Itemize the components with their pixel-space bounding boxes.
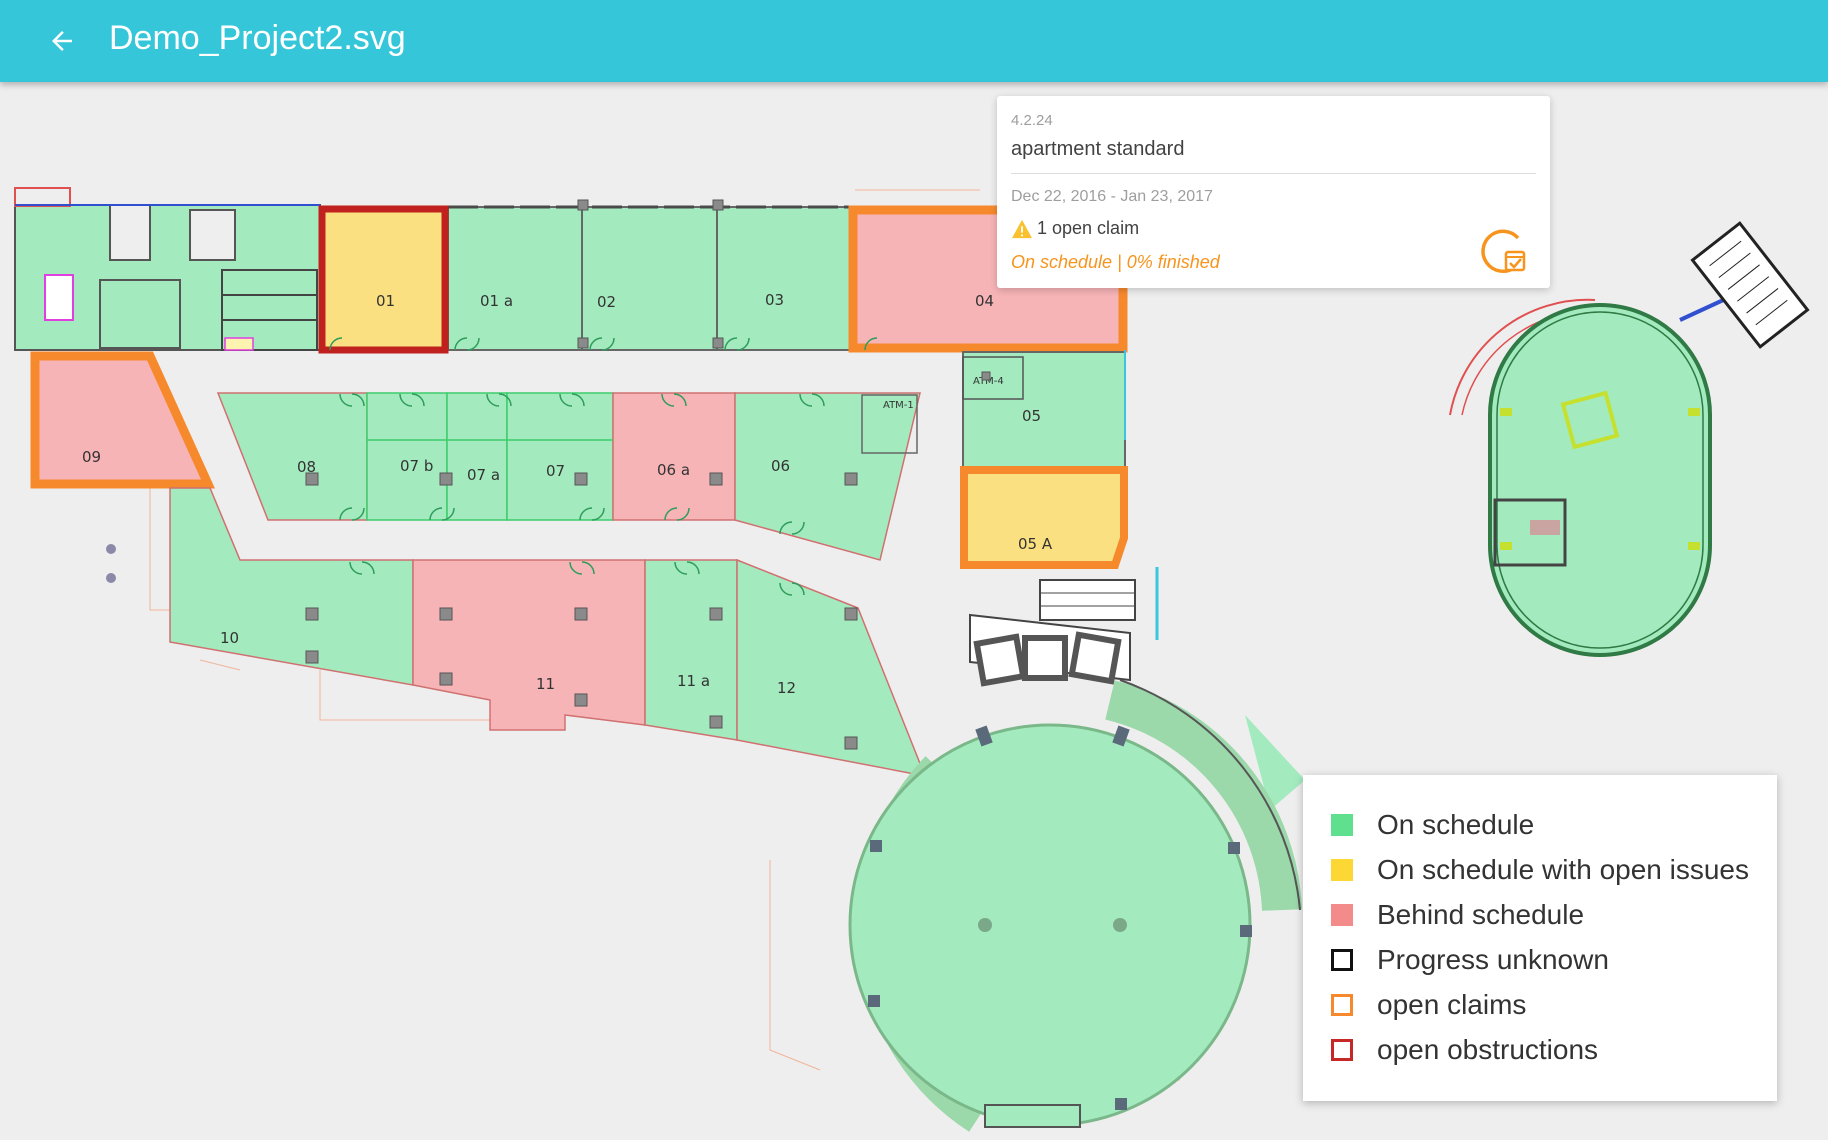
warning-icon bbox=[1012, 219, 1032, 238]
room-09-group: 09 bbox=[30, 351, 215, 489]
room-code: 4.2.24 bbox=[1011, 112, 1053, 129]
legend-item-open-claims: open claims bbox=[1331, 989, 1526, 1021]
open-claims-label: 1 open claim bbox=[1037, 218, 1140, 238]
top-left-block bbox=[14, 187, 321, 351]
room-11-label: 11 bbox=[536, 675, 555, 693]
oval-room[interactable] bbox=[1488, 303, 1712, 657]
room-07[interactable] bbox=[506, 392, 614, 521]
room-11[interactable] bbox=[412, 559, 646, 731]
room-06[interactable] bbox=[734, 392, 921, 561]
room-name: apartment standard bbox=[1011, 138, 1185, 160]
progress-status: On schedule | 0% finished bbox=[1011, 252, 1220, 272]
room-11a[interactable] bbox=[644, 559, 738, 741]
room-06a[interactable] bbox=[612, 392, 736, 521]
arrow-left-icon bbox=[52, 31, 72, 51]
room-10-label: 10 bbox=[220, 629, 239, 647]
room-01a-label: 01 a bbox=[480, 292, 513, 310]
schedule-dates: Dec 22, 2016 - Jan 23, 2017 bbox=[1011, 188, 1213, 205]
room-11a-label: 11 a bbox=[677, 672, 710, 690]
legend-swatch bbox=[1331, 814, 1353, 836]
app-bar: Demo_Project2.svg bbox=[0, 0, 1828, 82]
legend-item-open-obstructions: open obstructions bbox=[1331, 1034, 1598, 1066]
legend-item-open-issues: On schedule with open issues bbox=[1331, 854, 1749, 886]
room-info-popup: 4.2.24 apartment standard Dec 22, 2016 -… bbox=[997, 96, 1550, 288]
room-01[interactable] bbox=[318, 205, 449, 354]
legend-item-progress-unknown: Progress unknown bbox=[1331, 944, 1609, 976]
legend-item-on-schedule: On schedule bbox=[1331, 809, 1534, 841]
room-07-label: 07 bbox=[546, 462, 565, 480]
circular-hall-room[interactable] bbox=[848, 723, 1252, 1127]
legend-swatch bbox=[1331, 1039, 1353, 1061]
atm-1-label: ATM-1 bbox=[883, 400, 914, 411]
legend-swatch bbox=[1331, 994, 1353, 1016]
circular-hall bbox=[848, 679, 1305, 1132]
room-06a-label: 06 a bbox=[657, 461, 690, 479]
marker-dot bbox=[106, 573, 116, 583]
room-03-label: 03 bbox=[765, 291, 784, 309]
room-01-label: 01 bbox=[376, 292, 395, 310]
room-03[interactable] bbox=[716, 206, 851, 351]
legend-swatch bbox=[1331, 859, 1353, 881]
room-07b-label: 07 b bbox=[400, 457, 433, 475]
status-legend: On schedule On schedule with open issues… bbox=[1303, 775, 1777, 1101]
room-05A-label: 05 A bbox=[1018, 535, 1053, 553]
room-05-label: 05 bbox=[1022, 407, 1041, 425]
room-01a[interactable] bbox=[447, 206, 583, 351]
room-08[interactable] bbox=[216, 392, 368, 521]
room-02[interactable] bbox=[581, 206, 718, 351]
room-12[interactable] bbox=[736, 558, 927, 777]
legend-item-behind-schedule: Behind schedule bbox=[1331, 899, 1584, 931]
room-07a[interactable] bbox=[446, 392, 508, 521]
room-05[interactable] bbox=[962, 351, 1126, 473]
popup-divider bbox=[1011, 173, 1536, 174]
middle-room-row: ATM-1 08 07 b 07 a 07 06 a 06 bbox=[216, 392, 921, 561]
marker-dot bbox=[106, 544, 116, 554]
schedule-calendar-icon[interactable] bbox=[1476, 226, 1528, 278]
legend-swatch bbox=[1331, 904, 1353, 926]
legend-swatch bbox=[1331, 949, 1353, 971]
entrance-area bbox=[969, 579, 1136, 687]
room-12-label: 12 bbox=[777, 679, 796, 697]
room-09[interactable] bbox=[30, 351, 215, 489]
open-claims[interactable]: 1 open claim bbox=[1011, 218, 1139, 239]
room-09-label: 09 bbox=[82, 448, 101, 466]
back-button[interactable] bbox=[38, 17, 86, 65]
room-04-label: 04 bbox=[975, 292, 994, 310]
room-06-label: 06 bbox=[771, 457, 790, 475]
file-title: Demo_Project2.svg bbox=[109, 19, 406, 57]
room-02-label: 02 bbox=[597, 293, 616, 311]
room-07a-label: 07 a bbox=[467, 466, 500, 484]
